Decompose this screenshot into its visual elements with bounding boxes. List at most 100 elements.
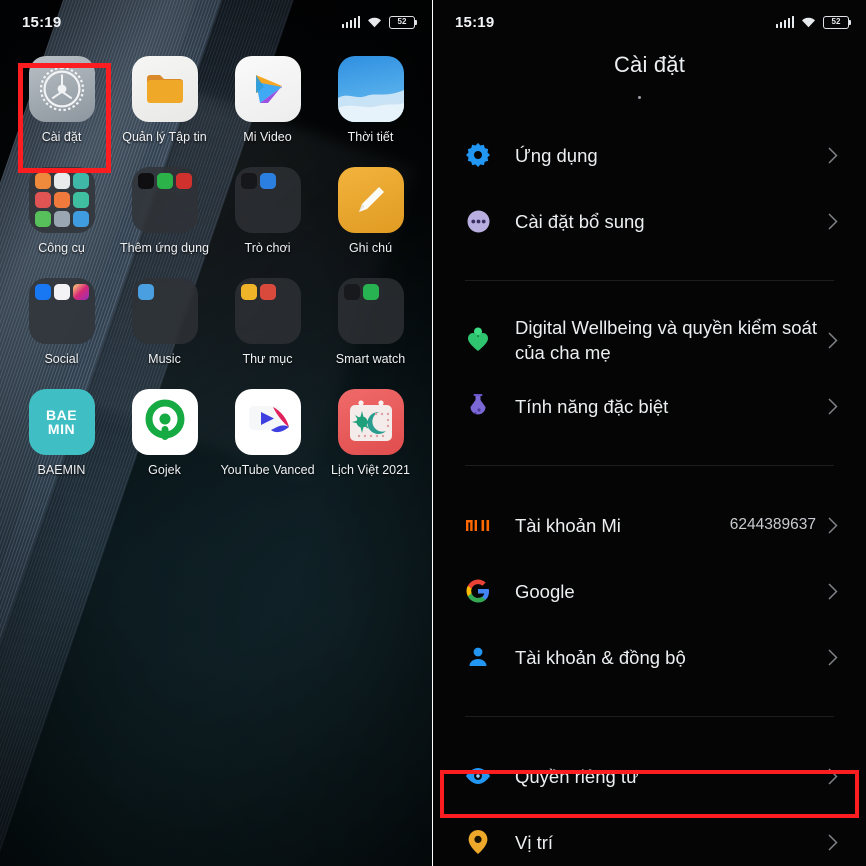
mini-icon [279, 322, 295, 338]
mini-icon [260, 322, 276, 338]
lich-viet-calendar-icon[interactable] [337, 389, 404, 455]
mini-icon [35, 322, 51, 338]
settings-row-digital-wellbeing[interactable]: Digital Wellbeing và quyền kiểm soát của… [433, 307, 866, 373]
mini-icon [344, 303, 360, 319]
settings-row-tai-khoan-mi[interactable]: Tài khoản Mi 6244389637 [433, 492, 866, 558]
dual-screenshot-container: 15:19 52 Cài đặt Quản lý Tập tin Mi Vide… [0, 0, 866, 866]
settings-row-label: Quyền riêng tư [515, 765, 639, 787]
settings-row-label: Digital Wellbeing và quyền kiểm soát của… [515, 317, 817, 363]
games-folder-icon[interactable] [234, 167, 301, 233]
mini-icon [241, 211, 257, 227]
settings-row-tinh-nang-dac-biet[interactable]: Tính năng đặc biệt [433, 373, 866, 439]
app-smart-watch[interactable]: Smart watch [319, 278, 422, 367]
mi-video-play-icon[interactable] [234, 56, 301, 122]
mini-icon [138, 322, 154, 338]
app-them-ung-dung[interactable]: Thêm ứng dụng [113, 167, 216, 256]
app-quan-ly-tap-tin[interactable]: Quản lý Tập tin [113, 56, 216, 145]
mini-icon [240, 173, 257, 189]
notes-pencil-icon[interactable] [337, 167, 404, 233]
app-label: Cài đặt [41, 130, 82, 144]
status-icons: 52 [775, 15, 852, 29]
app-gojek[interactable]: Gojek [113, 389, 216, 478]
app-label: Smart watch [335, 352, 406, 366]
status-time: 15:19 [455, 13, 495, 31]
more-apps-folder-icon[interactable] [131, 167, 198, 233]
mini-icon [72, 211, 89, 227]
smart-watch-folder-icon[interactable] [337, 278, 404, 344]
app-label: Lịch Việt 2021 [331, 463, 410, 477]
battery-icon: 52 [823, 15, 852, 29]
chevron-right-icon [828, 212, 842, 230]
app-thu-muc[interactable]: Thư mục [216, 278, 319, 367]
mini-icon [53, 192, 70, 208]
mini-icon [54, 303, 70, 319]
mini-icon [241, 192, 257, 208]
music-folder-icon[interactable] [131, 278, 198, 344]
mini-icon [279, 284, 295, 300]
settings-row-cai-dat-bo-sung[interactable]: Cài đặt bổ sung [433, 188, 866, 254]
mini-icon [343, 284, 360, 300]
mini-icon [259, 284, 276, 300]
app-thoi-tiet[interactable]: Thời tiết [319, 56, 422, 145]
settings-row-label: Tài khoản Mi [515, 514, 621, 536]
app-tro-choi[interactable]: Trò chơi [216, 167, 319, 256]
mini-icon [73, 303, 89, 319]
settings-row-tai-khoan-dong-bo[interactable]: Tài khoản & đồng bộ [433, 624, 866, 690]
settings-row-vi-tri[interactable]: Vị trí [433, 809, 866, 866]
app-lich-viet[interactable]: Lịch Việt 2021 [319, 389, 422, 478]
additional-settings-dots-icon [461, 209, 495, 234]
settings-row-google[interactable]: Google [433, 558, 866, 624]
baemin-app-icon[interactable]: BAE MIN [28, 389, 95, 455]
mini-icon [241, 322, 257, 338]
settings-gear-icon[interactable] [28, 56, 95, 122]
mini-icon [241, 303, 257, 319]
app-label: Quản lý Tập tin [122, 130, 207, 144]
file-manager-folder-icon[interactable] [131, 56, 198, 122]
mini-icon [240, 284, 257, 300]
app-youtube-vanced[interactable]: YouTube Vanced [216, 389, 319, 478]
app-music[interactable]: Music [113, 278, 216, 367]
weather-cloud-icon[interactable] [337, 56, 404, 122]
mini-icon [72, 192, 89, 208]
youtube-vanced-icon[interactable] [234, 389, 301, 455]
app-cai-dat[interactable]: Cài đặt [10, 56, 113, 145]
chevron-right-icon [828, 833, 842, 851]
chevron-right-icon [828, 582, 842, 600]
mini-icon [156, 173, 173, 189]
app-social[interactable]: Social [10, 278, 113, 367]
mini-icon [157, 284, 173, 300]
settings-row-quyen-rieng-tu[interactable]: Quyền riêng tư [433, 743, 866, 809]
mini-icon [157, 192, 173, 208]
app-baemin[interactable]: BAE MIN BAEMIN [10, 389, 113, 478]
mini-icon [382, 322, 398, 338]
status-bar: 15:19 52 [0, 0, 432, 44]
social-folder-icon[interactable] [28, 278, 95, 344]
settings-row-label: Google [515, 580, 575, 602]
app-ghi-chu[interactable]: Ghi chú [319, 167, 422, 256]
app-cong-cu[interactable]: Công cụ [10, 167, 113, 256]
mini-icon [138, 211, 154, 227]
app-mi-video[interactable]: Mi Video [216, 56, 319, 145]
gojek-app-icon[interactable] [131, 389, 198, 455]
mini-icon [279, 173, 295, 189]
chevron-right-icon [828, 767, 842, 785]
chevron-right-icon [828, 397, 842, 415]
settings-list: Ứng dụng Cài đặt bổ sung Digital Wellbei… [433, 122, 866, 866]
app-label: Music [148, 352, 181, 366]
chevron-right-icon [828, 516, 842, 534]
app-label: BAEMIN [37, 463, 86, 477]
mini-icon [157, 211, 173, 227]
mini-icon [73, 322, 89, 338]
documents-folder-icon[interactable] [234, 278, 301, 344]
accounts-sync-person-icon [461, 645, 495, 669]
mini-icon [34, 211, 51, 227]
battery-level: 52 [397, 17, 407, 26]
mi-account-icon [461, 515, 495, 535]
mini-icon [363, 322, 379, 338]
settings-row-ung-dung[interactable]: Ứng dụng [433, 122, 866, 188]
tools-folder-icon[interactable] [28, 167, 95, 233]
mini-icon [259, 173, 276, 189]
app-label: YouTube Vanced [220, 463, 315, 477]
mini-icon [260, 303, 276, 319]
